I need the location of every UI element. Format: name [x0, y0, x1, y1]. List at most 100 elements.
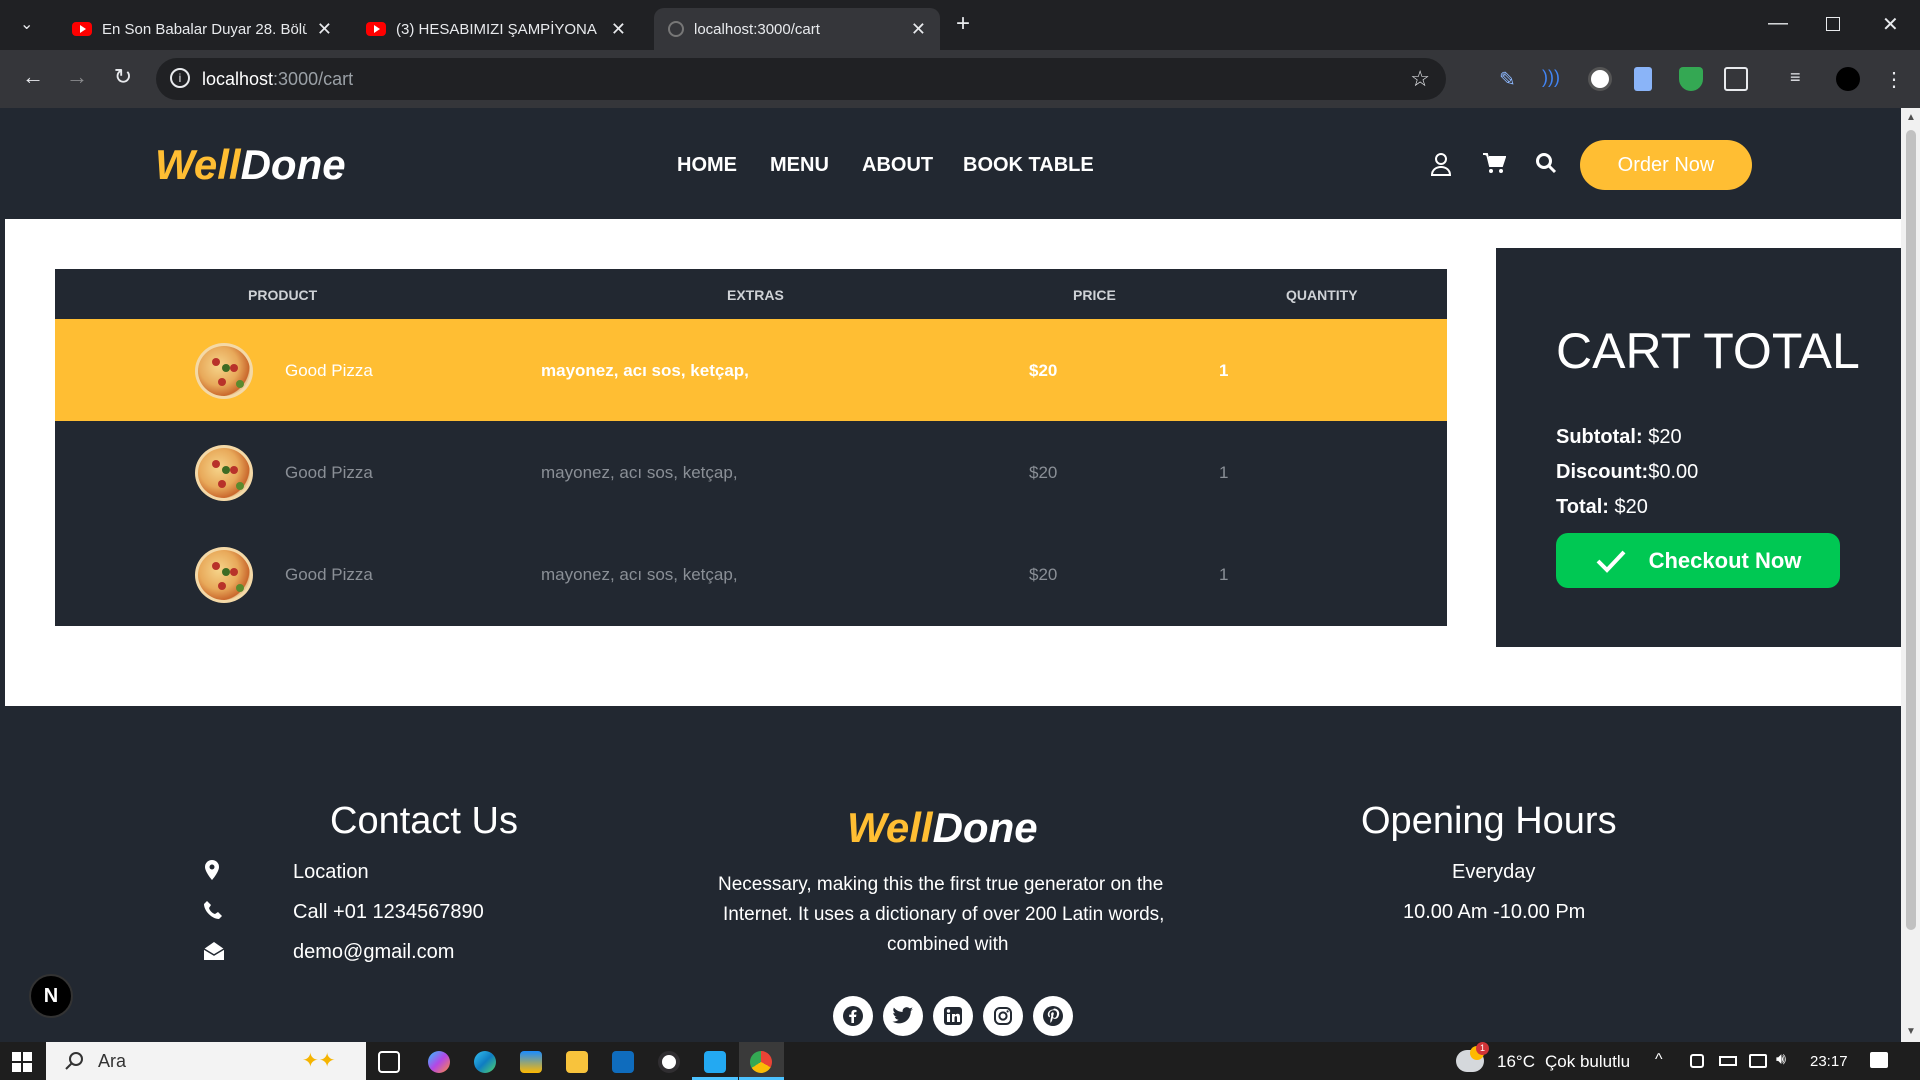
subtotal-value: $20	[1648, 426, 1682, 448]
phone-icon	[203, 900, 227, 924]
network-icon[interactable]	[1749, 1054, 1767, 1068]
cart-total-title: CART TOTAL	[1556, 323, 1860, 379]
chrome-menu-icon[interactable]: ⋮	[1884, 67, 1908, 91]
read-aloud-extension-icon[interactable]: )))	[1542, 67, 1566, 91]
total-value: $20	[1614, 496, 1648, 518]
close-tab-icon[interactable]: ✕	[317, 19, 332, 40]
account-extension-icon[interactable]	[1588, 67, 1612, 91]
browser-tab-2[interactable]: (3) HESABIMIZI ŞAMPİYONA KA ✕	[352, 8, 640, 50]
battery-icon[interactable]	[1719, 1056, 1737, 1066]
checkout-label: Checkout Now	[1648, 547, 1802, 573]
show-hidden-icons-icon[interactable]: ^	[1655, 1051, 1663, 1069]
shield-extension-icon[interactable]	[1679, 67, 1703, 91]
taskbar-clock[interactable]: 23:17	[1810, 1053, 1848, 1070]
checkmark-icon	[1596, 550, 1626, 573]
checkout-now-button[interactable]: Checkout Now	[1556, 533, 1840, 588]
windows-start-icon[interactable]	[12, 1052, 32, 1072]
logo-part-well: Well	[155, 141, 241, 188]
footer-description-line-1: Necessary, making this the first true ge…	[718, 874, 1164, 895]
nav-book-table[interactable]: BOOK TABLE	[963, 154, 1094, 177]
weather-desc[interactable]: Çok bulutlu	[1545, 1052, 1630, 1072]
eyedropper-extension-icon[interactable]: ✎	[1499, 67, 1523, 91]
footer-description-line-3: combined with	[887, 934, 1009, 955]
table-row: Good Pizza mayonez, acı sos, ketçap, $20…	[55, 421, 1447, 523]
forward-icon[interactable]: →	[62, 64, 92, 90]
outlook-icon[interactable]	[612, 1051, 634, 1073]
cart-icon[interactable]	[1482, 152, 1508, 178]
footer-description-line-2: Internet. It uses a dictionary of over 2…	[723, 904, 1165, 925]
close-tab-icon[interactable]: ✕	[611, 19, 626, 40]
product-extras: mayonez, acı sos, ketçap,	[541, 463, 738, 482]
nav-about[interactable]: ABOUT	[862, 154, 933, 177]
store-icon[interactable]	[520, 1051, 542, 1073]
weather-badge: 1	[1476, 1042, 1489, 1055]
edge-icon[interactable]	[474, 1051, 496, 1073]
url-path: :3000/cart	[273, 68, 354, 89]
docs-extension-icon[interactable]	[1634, 67, 1652, 91]
discount-label: Discount:	[1556, 461, 1649, 483]
chrome-icon[interactable]	[750, 1051, 772, 1073]
tab-list-dropdown-icon[interactable]: ⌄	[20, 14, 33, 34]
obs-icon[interactable]	[658, 1051, 680, 1073]
address-bar[interactable]: i localhost:3000/cart ☆	[156, 58, 1446, 100]
file-explorer-icon[interactable]	[566, 1051, 588, 1073]
product-price: $20	[1029, 463, 1058, 482]
site-footer: Contact Us Location Call +01 1234567890 …	[5, 706, 1901, 1042]
taskbar-search-box[interactable]: Ara ✦✦	[46, 1042, 366, 1080]
back-icon[interactable]: ←	[18, 64, 48, 90]
linkedin-icon[interactable]	[933, 996, 973, 1036]
extensions-puzzle-icon[interactable]	[1724, 67, 1748, 91]
browser-tab-3[interactable]: localhost:3000/cart ✕	[654, 8, 940, 50]
column-header-quantity: QUANTITY	[1286, 287, 1358, 303]
meet-now-icon[interactable]	[1690, 1054, 1704, 1068]
tab-title: En Son Babalar Duyar 28. Bölüm	[102, 20, 307, 38]
search-icon	[65, 1052, 83, 1070]
browser-tab-1[interactable]: En Son Babalar Duyar 28. Bölüm ✕	[58, 8, 346, 50]
contact-phone[interactable]: Call +01 1234567890	[293, 901, 484, 924]
tab-title: localhost:3000/cart	[694, 20, 820, 38]
order-now-button[interactable]: Order Now	[1580, 140, 1752, 190]
opening-days: Everyday	[1452, 861, 1536, 883]
notifications-icon[interactable]	[1870, 1052, 1888, 1068]
browser-toolbar: ← → ↻ i localhost:3000/cart ☆ ✎ ))) ≡ ⋮	[0, 50, 1920, 108]
minimize-icon[interactable]: —	[1768, 12, 1788, 35]
volume-icon[interactable]: 🔊︎	[1776, 1051, 1786, 1069]
vscode-icon[interactable]	[704, 1051, 726, 1073]
facebook-icon[interactable]	[833, 996, 873, 1036]
bookmark-star-icon[interactable]: ☆	[1410, 66, 1430, 92]
logo-part-done: Done	[932, 804, 1038, 851]
task-view-icon[interactable]	[378, 1051, 400, 1073]
scroll-down-arrow-icon[interactable]: ▼	[1906, 1026, 1916, 1037]
cart-table: PRODUCT EXTRAS PRICE QUANTITY Good Pizza…	[55, 269, 1447, 626]
site-info-icon[interactable]: i	[170, 68, 190, 88]
close-tab-icon[interactable]: ✕	[911, 19, 926, 40]
user-icon[interactable]	[1430, 152, 1456, 178]
footer-logo[interactable]: WellDone	[847, 804, 1038, 852]
close-window-icon[interactable]: ✕	[1882, 12, 1899, 37]
maximize-icon[interactable]	[1826, 17, 1840, 31]
contact-location[interactable]: Location	[293, 861, 369, 884]
nav-menu[interactable]: MENU	[770, 154, 829, 177]
weather-icon[interactable]: 1	[1456, 1042, 1489, 1072]
scroll-up-arrow-icon[interactable]: ▲	[1906, 112, 1916, 123]
total-label: Total:	[1556, 496, 1609, 518]
total-row: Total: $20	[1556, 496, 1648, 519]
media-control-icon[interactable]: ≡	[1790, 67, 1814, 91]
instagram-icon[interactable]	[983, 996, 1023, 1036]
scrollbar-thumb[interactable]	[1906, 130, 1916, 930]
nextjs-dev-indicator[interactable]: N	[29, 974, 73, 1018]
pinterest-icon[interactable]	[1033, 996, 1073, 1036]
product-image	[195, 343, 253, 399]
page-scrollbar[interactable]: ▲ ▼	[1901, 108, 1920, 1042]
reload-icon[interactable]: ↻	[108, 64, 138, 90]
contact-email[interactable]: demo@gmail.com	[293, 941, 454, 964]
site-logo[interactable]: WellDone	[155, 141, 346, 189]
discount-row: Discount:$0.00	[1556, 461, 1698, 484]
profile-avatar-icon[interactable]	[1836, 67, 1860, 91]
weather-temp[interactable]: 16°C	[1497, 1052, 1535, 1072]
nav-home[interactable]: HOME	[677, 154, 737, 177]
new-tab-icon[interactable]: +	[956, 10, 970, 38]
twitter-icon[interactable]	[883, 996, 923, 1036]
copilot-icon[interactable]	[428, 1051, 450, 1073]
search-icon[interactable]	[1535, 152, 1561, 178]
